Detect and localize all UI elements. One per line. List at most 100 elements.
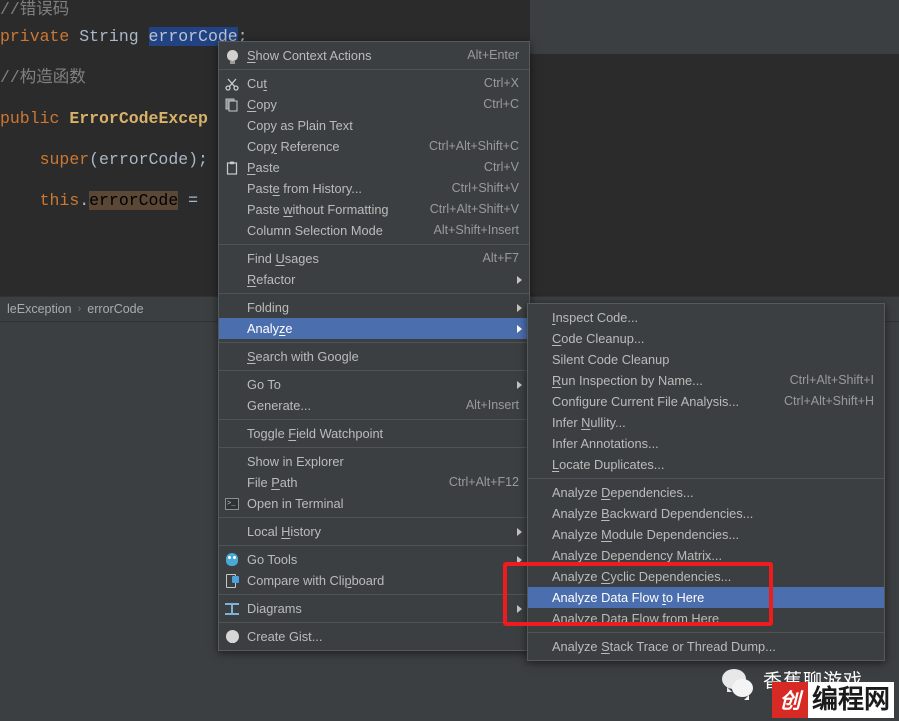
menu-item-open-in-terminal[interactable]: >_ Open in Terminal [219, 493, 529, 514]
menu-item-label: Search with Google [247, 349, 359, 364]
menu-item-label: Local History [247, 524, 321, 539]
menu-item-go-tools[interactable]: Go Tools [219, 549, 529, 570]
submenu-arrow-icon [517, 380, 522, 389]
code-line: public ErrorCodeExcep [0, 105, 208, 132]
scissors-icon [224, 76, 240, 92]
submenu-item-analyze-data-flow-from-here[interactable]: Analyze Data Flow from Here [528, 608, 884, 629]
menu-item-local-history[interactable]: Local History [219, 521, 529, 542]
breadcrumb-item[interactable]: leException [2, 302, 77, 316]
code-line: super(errorCode); [0, 146, 208, 173]
watermark: 香蕉聊游戏 创 编程网 [718, 660, 899, 721]
github-icon [224, 629, 240, 645]
menu-item-column-selection-mode[interactable]: Column Selection Mode Alt+Shift+Insert [219, 220, 529, 241]
menu-item-generate[interactable]: Generate... Alt+Insert [219, 395, 529, 416]
menu-item-label: Analyze Module Dependencies... [552, 527, 740, 542]
menu-separator [219, 69, 529, 70]
menu-item-copy[interactable]: Copy Ctrl+C [219, 94, 529, 115]
menu-separator [219, 293, 529, 294]
menu-item-paste-from-history[interactable]: Paste from History... Ctrl+Shift+V [219, 178, 529, 199]
menu-item-label: Show in Explorer [247, 454, 344, 469]
menu-item-label: Generate... [247, 398, 312, 413]
lightbulb-icon [224, 48, 240, 64]
menu-item-folding[interactable]: Folding [219, 297, 529, 318]
editor-tab-strip[interactable] [530, 12, 899, 54]
menu-item-label: Go Tools [247, 552, 298, 567]
code-token: ErrorCodeExcep [69, 109, 208, 128]
menu-item-diagrams[interactable]: Diagrams [219, 598, 529, 619]
menu-separator [219, 622, 529, 623]
menu-item-label: Analyze Backward Dependencies... [552, 506, 754, 521]
submenu-item-analyze-dependencies[interactable]: Analyze Dependencies... [528, 482, 884, 503]
menu-item-label: Create Gist... [247, 629, 323, 644]
menu-item-toggle-field-watchpoint[interactable]: Toggle Field Watchpoint [219, 423, 529, 444]
menu-item-copy-reference[interactable]: Copy Reference Ctrl+Alt+Shift+C [219, 136, 529, 157]
submenu-item-silent-code-cleanup[interactable]: Silent Code Cleanup [528, 349, 884, 370]
code-token: = [178, 191, 208, 210]
menu-item-label: Find Usages [247, 251, 319, 266]
editor-context-menu[interactable]: Show Context Actions Alt+Enter Cut Ctrl+X Co… [218, 41, 530, 651]
menu-item-shortcut: Alt+F7 [482, 251, 519, 265]
submenu-item-inspect-code[interactable]: Inspect Code... [528, 307, 884, 328]
menu-item-cut[interactable]: Cut Ctrl+X [219, 73, 529, 94]
code-token: (errorCode) [89, 150, 199, 169]
submenu-item-infer-nullity[interactable]: Infer Nullity... [528, 412, 884, 433]
menu-item-show-in-explorer[interactable]: Show in Explorer [219, 451, 529, 472]
submenu-item-analyze-cyclic-dependencies[interactable]: Analyze Cyclic Dependencies... [528, 566, 884, 587]
analyze-submenu[interactable]: Inspect Code... Code Cleanup... Silent Cod… [527, 303, 885, 661]
menu-item-copy-as-plain-text[interactable]: Copy as Plain Text [219, 115, 529, 136]
submenu-item-infer-annotations[interactable]: Infer Annotations... [528, 433, 884, 454]
menu-item-create-gist[interactable]: Create Gist... [219, 626, 529, 647]
menu-item-paste-without-formatting[interactable]: Paste without Formatting Ctrl+Alt+Shift+V [219, 199, 529, 220]
menu-item-label: Inspect Code... [552, 310, 639, 325]
watermark-logo-text: 编程网 [808, 682, 895, 718]
wechat-icon [722, 669, 756, 700]
submenu-item-analyze-dependency-matrix[interactable]: Analyze Dependency Matrix... [528, 545, 884, 566]
breadcrumb-item[interactable]: errorCode [82, 302, 148, 316]
menu-item-search-with-google[interactable]: Search with Google [219, 346, 529, 367]
menu-item-label: Open in Terminal [247, 496, 344, 511]
menu-item-label: Analyze Dependency Matrix... [552, 548, 722, 563]
menu-item-compare-with-clipboard[interactable]: Compare with Clipboard [219, 570, 529, 591]
submenu-item-configure-current-file-analysis[interactable]: Configure Current File Analysis... Ctrl+A… [528, 391, 884, 412]
menu-item-label: Locate Duplicates... [552, 457, 665, 472]
submenu-item-analyze-stack-trace-or-thread-dump[interactable]: Analyze Stack Trace or Thread Dump... [528, 636, 884, 657]
menu-item-label: Toggle Field Watchpoint [247, 426, 384, 441]
menu-item-find-usages[interactable]: Find Usages Alt+F7 [219, 248, 529, 269]
submenu-item-analyze-backward-dependencies[interactable]: Analyze Backward Dependencies... [528, 503, 884, 524]
menu-item-label: Diagrams [247, 601, 302, 616]
menu-item-label: Run Inspection by Name... [552, 373, 703, 388]
submenu-item-analyze-module-dependencies[interactable]: Analyze Module Dependencies... [528, 524, 884, 545]
menu-item-go-to[interactable]: Go To [219, 374, 529, 395]
menu-item-analyze[interactable]: Analyze [219, 318, 529, 339]
ide-window: //错误码 private String errorCode; //构造函数 publ… [0, 0, 899, 721]
code-line: //错误码 [0, 0, 69, 23]
menu-separator [219, 419, 529, 420]
submenu-item-locate-duplicates[interactable]: Locate Duplicates... [528, 454, 884, 475]
submenu-item-run-inspection-by-name[interactable]: Run Inspection by Name... Ctrl+Alt+Shift+… [528, 370, 884, 391]
submenu-arrow-icon [517, 275, 522, 284]
menu-item-file-path[interactable]: File Path Ctrl+Alt+F12 [219, 472, 529, 493]
code-token: super [39, 150, 90, 169]
menu-item-label: Folding [247, 300, 289, 315]
menu-separator [219, 370, 529, 371]
submenu-item-analyze-data-flow-to-here[interactable]: Analyze Data Flow to Here [528, 587, 884, 608]
submenu-arrow-icon [517, 555, 522, 564]
menu-item-shortcut: Ctrl+C [483, 97, 519, 111]
menu-item-refactor[interactable]: Refactor [219, 269, 529, 290]
submenu-item-code-cleanup[interactable]: Code Cleanup... [528, 328, 884, 349]
copy-icon [224, 97, 240, 113]
menu-item-shortcut: Ctrl+Shift+V [451, 181, 519, 195]
code-token: //构造函数 [0, 68, 86, 87]
menu-item-show-context-actions[interactable]: Show Context Actions Alt+Enter [219, 45, 529, 66]
menu-item-label: Show Context Actions [247, 48, 372, 63]
menu-item-label: Paste from History... [247, 181, 362, 196]
menu-item-label: Configure Current File Analysis... [552, 394, 740, 409]
menu-item-label: Code Cleanup... [552, 331, 645, 346]
submenu-arrow-icon [517, 604, 522, 613]
menu-item-paste[interactable]: Paste Ctrl+V [219, 157, 529, 178]
code-token: errorCode [89, 191, 179, 210]
menu-item-shortcut: Alt+Enter [467, 48, 519, 62]
